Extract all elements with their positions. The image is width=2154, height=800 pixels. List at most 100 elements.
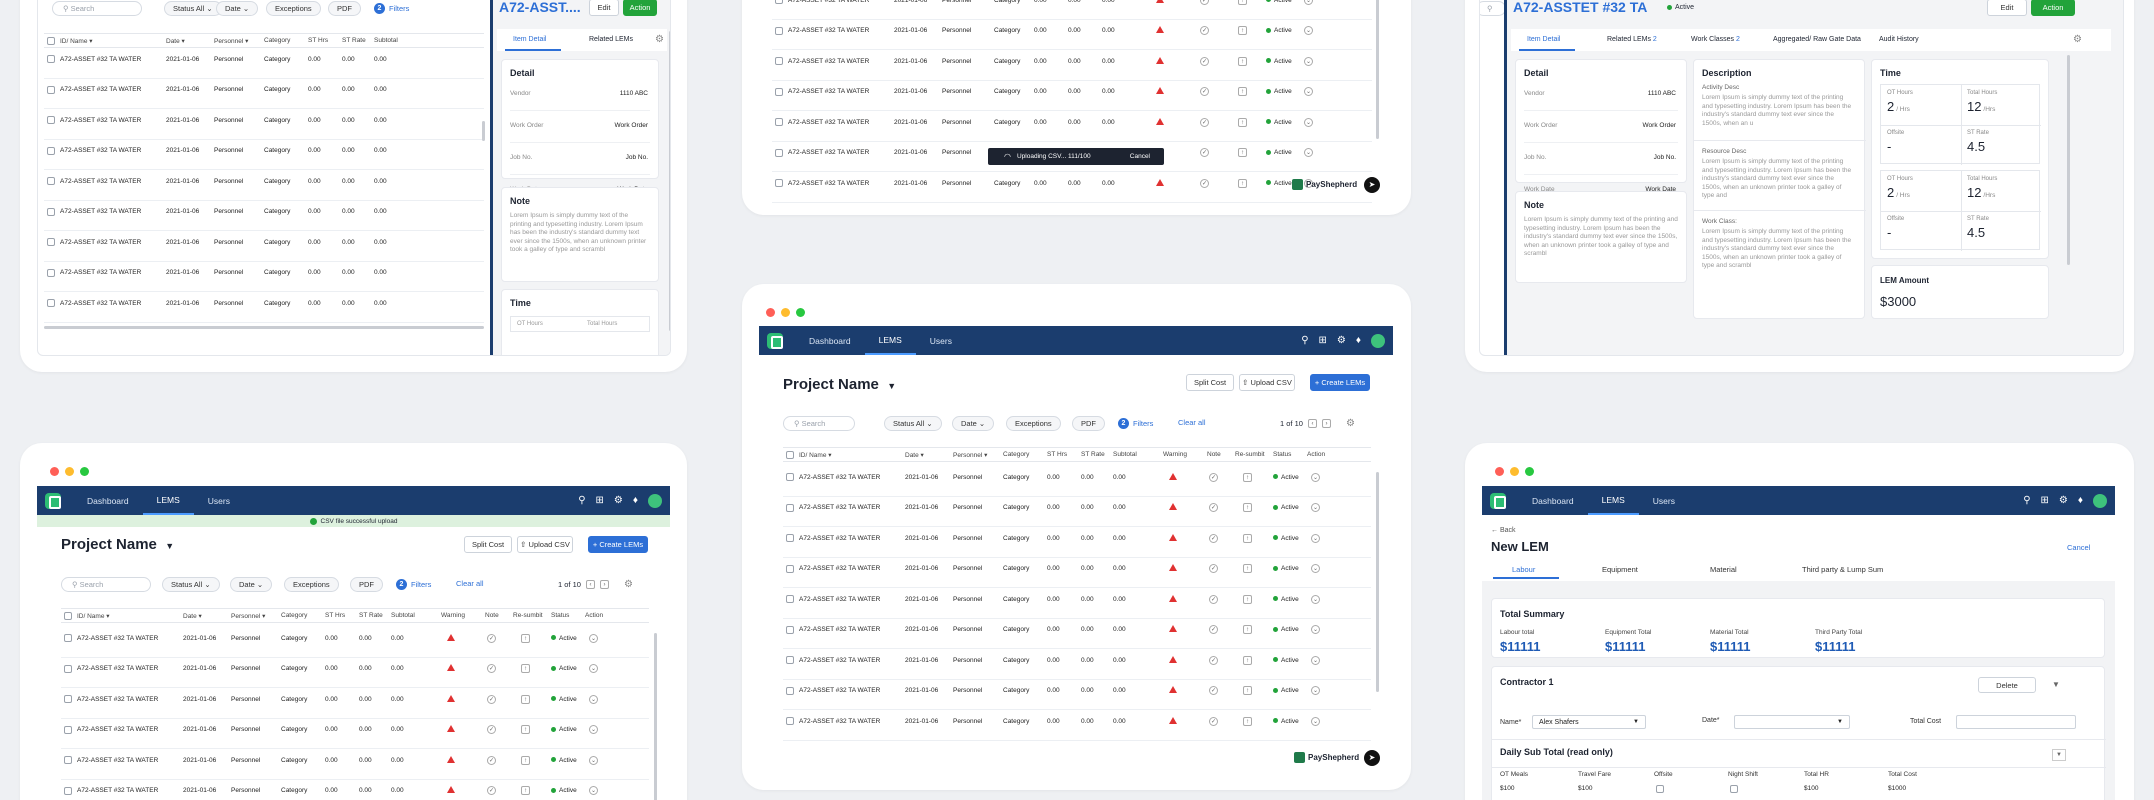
add-icon[interactable]: ⊞ (596, 495, 604, 506)
pdf-filter[interactable]: PDF (350, 577, 383, 592)
split-cost-button[interactable]: Split Cost (1186, 374, 1234, 391)
nav-item-dashboard[interactable]: Dashboard (795, 326, 865, 355)
status-filter[interactable]: Status All ⌄ (884, 416, 942, 431)
column-header[interactable]: Subtotal (391, 612, 415, 619)
column-header[interactable]: Note (485, 612, 499, 619)
tab-material[interactable]: Material (1710, 565, 1737, 574)
tab-related-lems[interactable]: Related LEMs (589, 36, 633, 43)
split-cost-button[interactable]: Split Cost (464, 536, 512, 553)
table-row[interactable]: A72-ASSET #32 TA WATER 2021-01-06 Personne… (783, 624, 1371, 636)
nav-item-users[interactable]: Users (1639, 486, 1689, 515)
table-row[interactable]: A72-ASSET #32 TA WATER 2021-01-06 Personne… (61, 693, 649, 705)
table-row[interactable]: A72-ASSET #32 TA WATER 2021-01-06 Personne… (783, 502, 1371, 514)
date-filter[interactable]: Date ⌄ (216, 1, 259, 16)
name-select[interactable]: Alex Shafers ▼ (1532, 715, 1646, 729)
table-scrollbar[interactable] (482, 121, 485, 141)
table-row[interactable]: A72-ASSET #32 TA WATER 2021-01-06 Personne… (44, 297, 484, 309)
warning-icon[interactable] (1156, 117, 1164, 125)
table-row[interactable]: A72-ASSET #32 TA WATER 2021-01-06 Personne… (44, 84, 484, 96)
action-button[interactable]: Action (623, 0, 657, 16)
gear-icon[interactable]: ⚙ (2059, 495, 2068, 506)
nav-item-lems[interactable]: LEMS (864, 326, 916, 355)
row-checkbox[interactable] (786, 595, 794, 603)
pdf-filter[interactable]: PDF (328, 1, 361, 16)
row-checkbox[interactable] (786, 564, 794, 573)
note-check-icon[interactable]: ✓ (1200, 26, 1209, 35)
tab-audit-history[interactable]: Audit History (1879, 36, 1919, 43)
warning-icon[interactable] (1169, 564, 1177, 571)
resubmit-icon[interactable]: ↑ (1238, 178, 1247, 188)
row-checkbox[interactable] (47, 299, 55, 307)
table-row[interactable]: A72-ASSET #32 TA WATER 2021-01-06 Personne… (772, 55, 1372, 67)
row-action-chevron-icon[interactable]: ⌄ (1311, 533, 1320, 543)
settings-icon[interactable]: ⚙ (1346, 418, 1355, 429)
warning-icon[interactable] (447, 633, 455, 641)
row-action-chevron-icon[interactable]: ⌄ (589, 786, 598, 795)
row-action-chevron-icon[interactable]: ⌄ (1304, 87, 1313, 96)
exceptions-filter[interactable]: Exceptions (266, 1, 321, 16)
settings-icon[interactable]: ⚙ (624, 579, 633, 590)
row-checkbox[interactable] (786, 686, 794, 695)
column-header[interactable]: Note (1207, 451, 1221, 458)
collapse-icon[interactable]: ▼ (2052, 680, 2060, 689)
table-row[interactable]: A72-ASSET #32 TA WATER 2021-01-06 Personne… (44, 236, 484, 248)
search-input[interactable]: ⚲ Search (61, 577, 151, 592)
row-action-chevron-icon[interactable]: ⌄ (1304, 148, 1313, 157)
pdf-filter[interactable]: PDF (1072, 416, 1105, 431)
settings-icon[interactable]: ⚙ (2073, 34, 2082, 45)
bell-icon[interactable]: ♦ (633, 495, 638, 506)
send-icon[interactable]: ➤ (1364, 177, 1380, 193)
row-checkbox[interactable] (47, 268, 55, 277)
resubmit-icon[interactable]: ↑ (1243, 503, 1252, 512)
prev-page-icon[interactable]: ‹ (585, 580, 595, 589)
table-scrollbar[interactable] (654, 633, 657, 800)
resubmit-icon[interactable]: ↑ (1243, 625, 1252, 634)
table-row[interactable]: A72-ASSET #32 TA WATER 2021-01-06 Personne… (61, 724, 649, 736)
status-filter[interactable]: Status All ⌄ (164, 1, 222, 16)
clear-all-link[interactable]: Clear all (456, 579, 484, 588)
note-check-icon[interactable]: ✓ (1200, 87, 1209, 96)
warning-icon[interactable] (1156, 56, 1164, 64)
note-check-icon[interactable]: ✓ (487, 725, 496, 734)
app-logo[interactable] (1490, 492, 1506, 509)
table-row[interactable]: A72-ASSET #32 TA WATER 2021-01-06 Personne… (772, 116, 1372, 128)
column-header[interactable]: ST Hrs (1047, 451, 1067, 458)
warning-icon[interactable] (1169, 533, 1177, 541)
warning-icon[interactable] (1169, 625, 1177, 632)
row-checkbox[interactable] (47, 116, 55, 124)
row-checkbox[interactable] (64, 664, 72, 673)
resubmit-icon[interactable]: ↑ (1238, 87, 1247, 96)
app-logo[interactable] (767, 332, 783, 349)
resubmit-icon[interactable]: ↑ (521, 633, 530, 643)
note-check-icon[interactable]: ✓ (487, 755, 496, 765)
row-checkbox[interactable] (64, 756, 72, 764)
send-icon[interactable]: ➤ (1364, 750, 1380, 766)
next-page-icon[interactable]: › (1321, 419, 1331, 428)
close-dot[interactable] (766, 308, 775, 317)
maximize-dot[interactable] (1525, 467, 1534, 476)
nav-item-lems[interactable]: LEMS (142, 486, 194, 515)
daily-checkbox[interactable] (1656, 785, 1664, 793)
row-checkbox[interactable] (786, 473, 794, 481)
tab-equipment[interactable]: Equipment (1602, 565, 1638, 574)
table-row[interactable]: A72-ASSET #32 TA WATER 2021-01-06 Personne… (44, 267, 484, 279)
column-header[interactable]: Action (1307, 451, 1325, 458)
horizontal-scrollbar[interactable] (44, 326, 484, 329)
cancel-link[interactable]: Cancel (2067, 543, 2090, 552)
column-header[interactable]: Status (551, 612, 569, 619)
maximize-dot[interactable] (796, 308, 805, 317)
avatar[interactable] (648, 493, 662, 508)
table-row[interactable]: A72-ASSET #32 TA WATER 2021-01-06 Personne… (772, 177, 1372, 189)
warning-icon[interactable] (447, 725, 455, 732)
row-checkbox[interactable] (786, 717, 794, 725)
note-check-icon[interactable]: ✓ (1200, 117, 1209, 127)
edit-button[interactable]: Edit (589, 0, 619, 16)
next-page-icon[interactable]: › (599, 580, 609, 589)
table-row[interactable]: A72-ASSET #32 TA WATER 2021-01-06 Personne… (44, 53, 484, 65)
date-picker[interactable]: ▼ (1734, 715, 1850, 729)
row-checkbox[interactable] (775, 26, 783, 35)
table-row[interactable]: A72-ASSET #32 TA WATER 2021-01-06 Personne… (783, 593, 1371, 605)
row-action-chevron-icon[interactable]: ⌄ (1311, 503, 1320, 512)
prev-page-icon[interactable]: ‹ (1307, 419, 1317, 428)
column-header[interactable]: Subtotal (374, 37, 398, 44)
